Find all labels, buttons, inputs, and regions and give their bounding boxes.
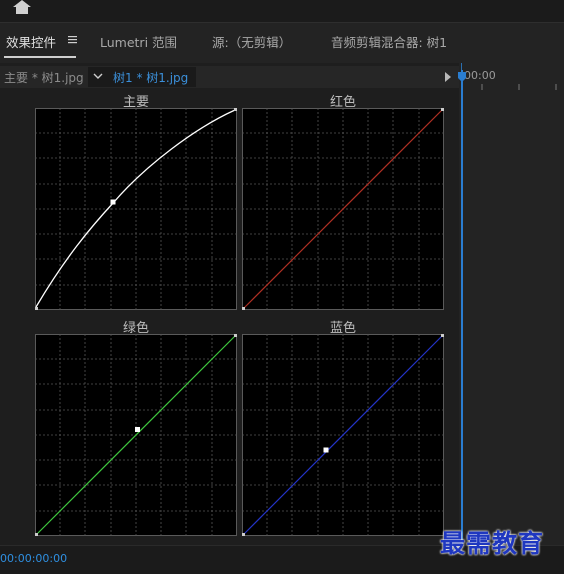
tab-audio-clip-mixer[interactable]: 音频剪辑混合器: 树1: [331, 32, 447, 51]
master-curve-graph[interactable]: [35, 108, 237, 310]
red-curve-graph[interactable]: [242, 108, 444, 310]
panel-menu-icon[interactable]: [68, 35, 77, 44]
master-clip-label[interactable]: 主要 * 树1.jpg: [4, 69, 84, 86]
chevron-down-icon[interactable]: [93, 73, 103, 80]
red-curve-start-point: [242, 307, 245, 310]
green-curve-end-point: [234, 334, 237, 337]
clip-selector-label: 树1 * 树1.jpg: [113, 71, 189, 85]
home-icon[interactable]: [10, 0, 34, 14]
green-curve-control-point: [135, 427, 140, 432]
current-timecode[interactable]: 00:00:00:00: [0, 552, 67, 565]
timeline-ruler-timecode: 00:00: [464, 69, 496, 82]
blue-curve-start-point: [242, 533, 245, 536]
playhead-line[interactable]: [461, 70, 463, 545]
watermark-logo: 最需教育: [440, 529, 545, 558]
tab-lumetri-scopes[interactable]: Lumetri 范围: [100, 32, 177, 51]
active-tab-indicator: [4, 56, 76, 58]
tab-source[interactable]: 源:（无剪辑）: [212, 32, 291, 51]
panel-tab-bar: 效果控件 Lumetri 范围 源:（无剪辑） 音频剪辑混合器: 树1: [0, 23, 564, 59]
blue-curve-control-point: [323, 447, 329, 453]
master-curve-control-point: [110, 199, 116, 205]
green-curve-graph[interactable]: [35, 334, 237, 536]
top-bar: [0, 0, 564, 23]
play-icon[interactable]: [445, 72, 451, 82]
timeline-ruler[interactable]: [462, 84, 564, 90]
master-curve-start-point: [35, 307, 38, 310]
green-curve-start-point: [35, 533, 38, 536]
master-curve-end-point: [234, 108, 237, 111]
blue-curve-graph[interactable]: [242, 334, 444, 536]
red-curve-end-point: [441, 108, 444, 111]
timeline-area: [461, 63, 564, 545]
blue-curve-end-point: [441, 334, 444, 337]
tab-effect-controls[interactable]: 效果控件: [6, 32, 56, 51]
